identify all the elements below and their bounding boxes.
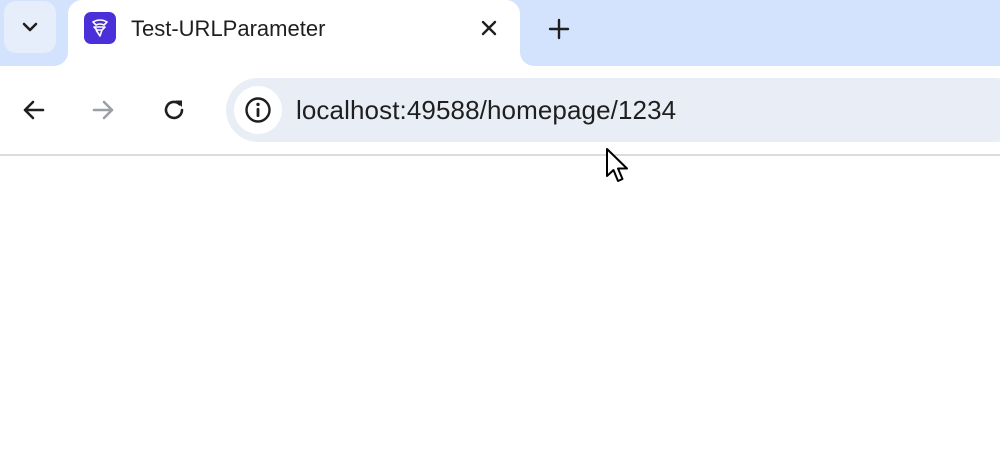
info-icon bbox=[245, 97, 271, 123]
arrow-left-icon bbox=[23, 100, 45, 120]
forward-button[interactable] bbox=[83, 90, 123, 130]
new-tab-button[interactable] bbox=[540, 10, 578, 48]
page-content bbox=[0, 156, 1000, 471]
reload-button[interactable] bbox=[154, 90, 194, 130]
tab-close-button[interactable] bbox=[474, 13, 504, 43]
tab-title: Test-URLParameter bbox=[131, 16, 326, 41]
tab-strip: Test-URLParameter bbox=[0, 0, 1000, 66]
arrow-right-icon bbox=[92, 100, 114, 120]
site-info-button[interactable] bbox=[234, 86, 282, 134]
app-logo-icon bbox=[84, 12, 116, 44]
browser-toolbar: localhost:49588/homepage/1234 bbox=[0, 66, 1000, 154]
tab-search-button[interactable] bbox=[4, 1, 56, 53]
plus-icon bbox=[548, 18, 570, 40]
mouse-cursor-icon bbox=[606, 148, 628, 182]
reload-icon bbox=[164, 100, 184, 120]
address-bar[interactable]: localhost:49588/homepage/1234 bbox=[226, 78, 1000, 142]
back-button[interactable] bbox=[14, 90, 54, 130]
tab-active[interactable]: Test-URLParameter bbox=[68, 0, 520, 66]
close-icon bbox=[481, 20, 497, 36]
chevron-down-icon bbox=[22, 22, 38, 32]
url-text[interactable]: localhost:49588/homepage/1234 bbox=[296, 95, 676, 126]
